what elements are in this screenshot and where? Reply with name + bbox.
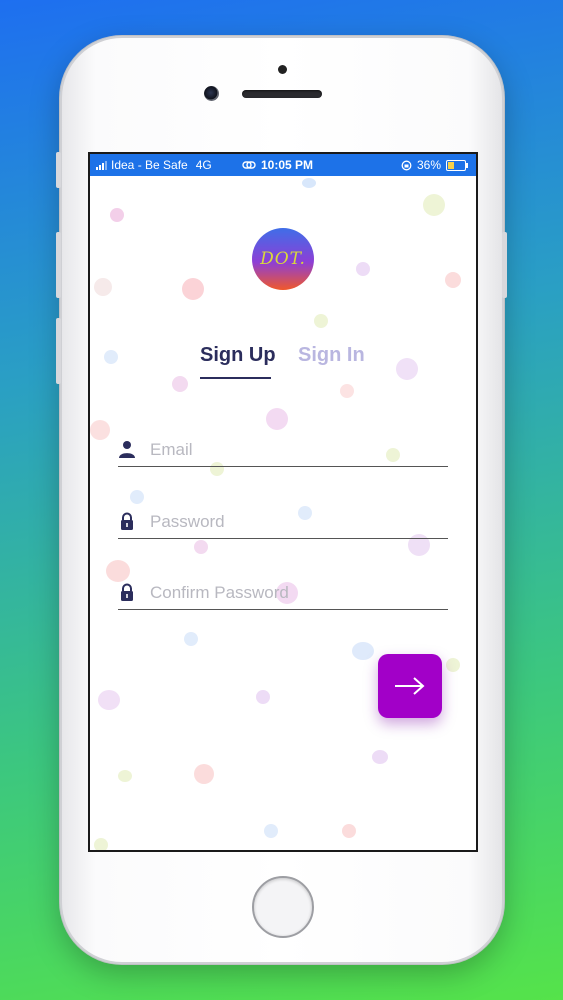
battery-icon [446, 159, 468, 171]
tab-sign-in[interactable]: Sign In [298, 344, 365, 367]
tab-sign-up[interactable]: Sign Up [200, 344, 276, 367]
active-tab-indicator [200, 377, 271, 379]
password-input[interactable] [148, 508, 442, 536]
power-button [502, 232, 507, 298]
user-icon [119, 441, 135, 458]
confirm-password-input[interactable] [148, 579, 442, 607]
status-bar: Idea - Be Safe 4G 10:05 PM 36% [90, 154, 476, 176]
front-camera [204, 86, 219, 101]
battery-percent: 36% [416, 158, 441, 172]
volume-up-button [56, 232, 61, 298]
hotspot-icon [242, 161, 256, 169]
email-input[interactable] [148, 436, 442, 464]
proximity-sensor [278, 65, 287, 74]
password-field [118, 504, 448, 539]
status-left: Idea - Be Safe 4G [96, 158, 212, 172]
orientation-lock-icon [401, 160, 412, 170]
status-center: 10:05 PM [242, 158, 313, 172]
home-button[interactable] [252, 876, 314, 938]
submit-button[interactable] [378, 654, 442, 718]
lock-icon [121, 512, 133, 530]
lock-icon [121, 583, 133, 601]
arrow-right-icon [395, 677, 425, 695]
mute-switch [56, 152, 61, 188]
signal-strength-icon [96, 160, 107, 170]
logo-text: DOT. [260, 249, 306, 269]
email-field [118, 432, 448, 467]
app-screen: Idea - Be Safe 4G 10:05 PM 36% DOT. Sign… [88, 152, 478, 852]
carrier-name: Idea - Be Safe [111, 158, 188, 172]
status-time: 10:05 PM [261, 158, 314, 172]
network-type: 4G [195, 158, 212, 172]
confirm-password-field [118, 575, 448, 610]
volume-down-button [56, 318, 61, 384]
status-right: 36% [401, 158, 468, 172]
app-logo: DOT. [252, 228, 314, 290]
earpiece-speaker [242, 90, 322, 98]
